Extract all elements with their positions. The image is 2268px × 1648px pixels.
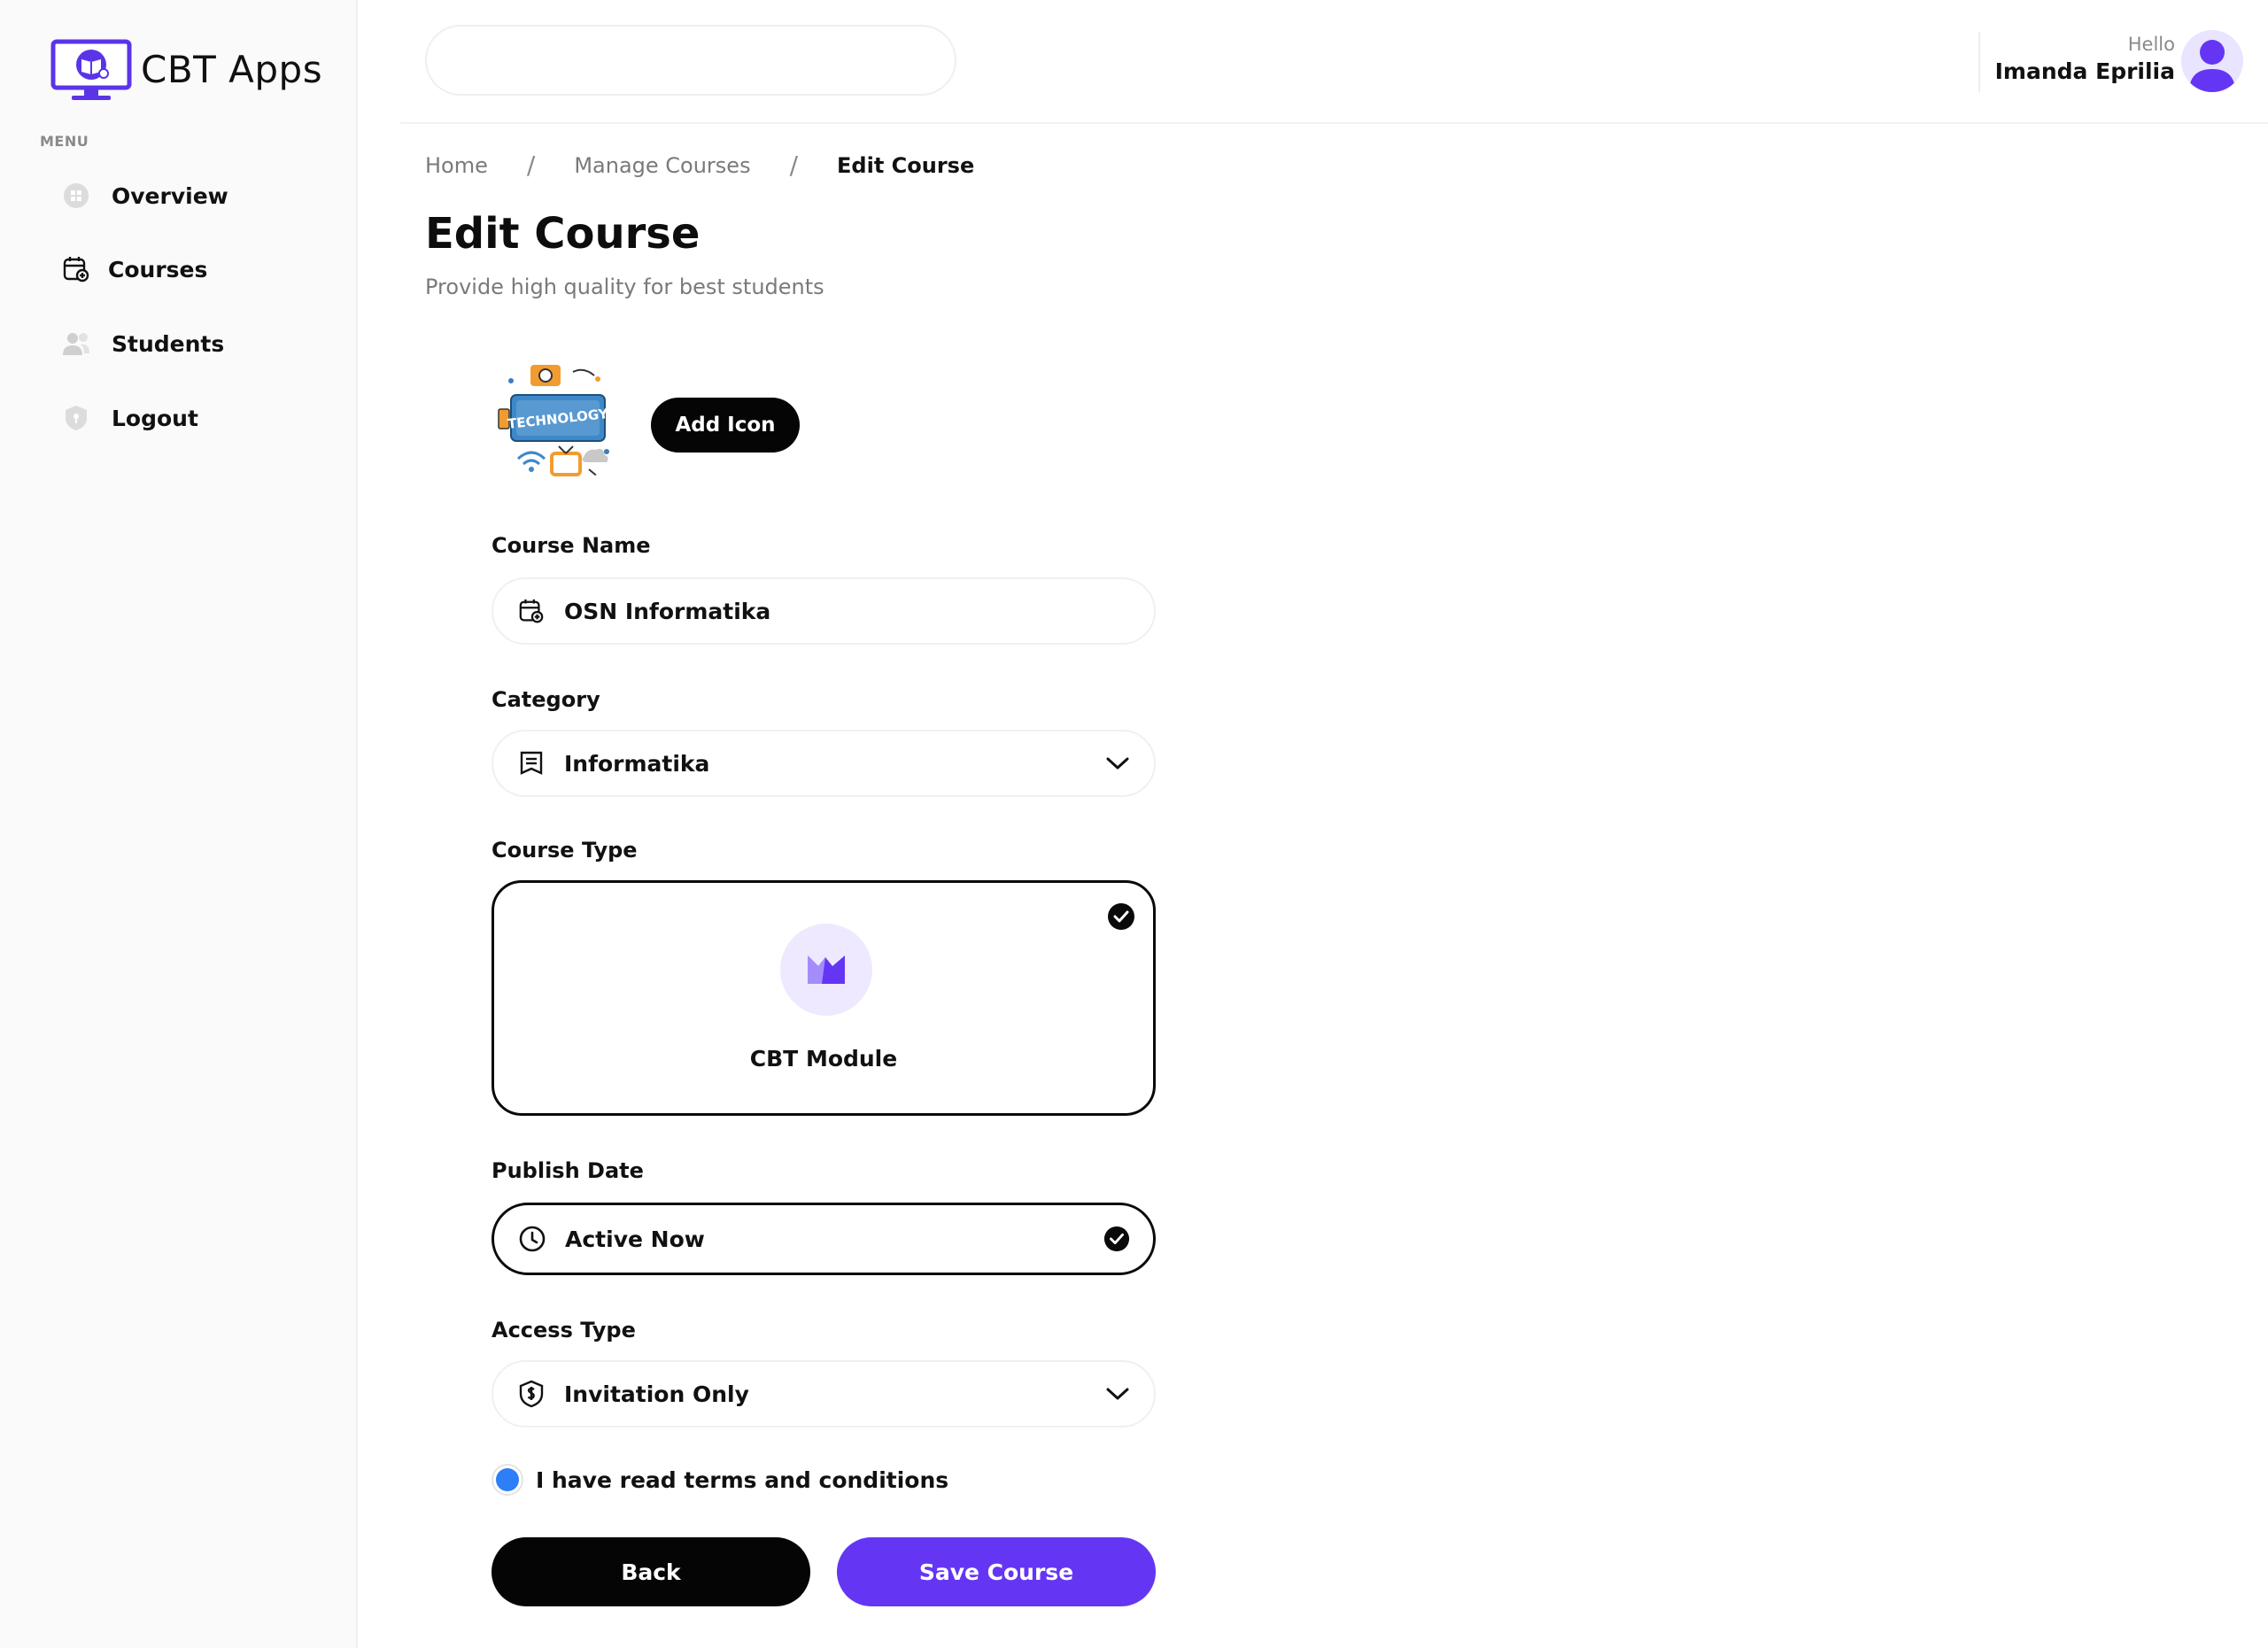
sidebar-item-courses[interactable]: Courses bbox=[60, 248, 207, 290]
students-icon bbox=[60, 328, 92, 360]
course-name-value: OSN Informatika bbox=[564, 598, 771, 624]
sidebar-item-students[interactable]: Students bbox=[60, 322, 224, 365]
chevron-down-icon bbox=[1104, 1381, 1131, 1407]
technology-illustration-icon: TECHNOLOGY bbox=[492, 355, 623, 486]
breadcrumb-home[interactable]: Home bbox=[425, 153, 488, 178]
topbar: Hello Imanda Eprilia bbox=[400, 0, 2268, 124]
breadcrumb-current: Edit Course bbox=[837, 152, 975, 178]
check-circle-icon bbox=[1103, 1226, 1130, 1252]
sidebar-item-overview[interactable]: Overview bbox=[60, 174, 228, 217]
breadcrumb-separator: / bbox=[526, 151, 536, 180]
avatar[interactable] bbox=[2181, 30, 2243, 92]
breadcrumb-manage-courses[interactable]: Manage Courses bbox=[574, 153, 750, 178]
course-type-label: Course Type bbox=[492, 838, 638, 863]
breadcrumb-separator: / bbox=[789, 151, 799, 180]
publish-date-value: Active Now bbox=[565, 1226, 705, 1252]
category-label: Category bbox=[492, 687, 600, 712]
access-type-select[interactable]: Invitation Only bbox=[492, 1360, 1156, 1427]
shield-dollar-icon bbox=[516, 1379, 546, 1409]
note-icon bbox=[516, 748, 546, 778]
back-button[interactable]: Back bbox=[492, 1537, 810, 1606]
menu-label: MENU bbox=[40, 133, 89, 150]
terms-label: I have read terms and conditions bbox=[536, 1466, 949, 1493]
sidebar: CBT Apps MENU Overview Courses Students … bbox=[0, 0, 358, 1648]
clock-icon bbox=[517, 1224, 547, 1254]
add-icon-button[interactable]: Add Icon bbox=[651, 398, 800, 453]
sidebar-item-label: Courses bbox=[108, 256, 208, 282]
chevron-down-icon bbox=[1104, 750, 1131, 777]
course-type-option-cbt-module[interactable]: CBT Module bbox=[492, 880, 1156, 1116]
page-title: Edit Course bbox=[425, 209, 701, 259]
category-value: Informatika bbox=[564, 750, 710, 777]
check-circle-icon bbox=[1107, 902, 1135, 934]
publish-date-field[interactable]: Active Now bbox=[492, 1203, 1156, 1275]
course-name-field[interactable]: OSN Informatika bbox=[492, 577, 1156, 645]
overview-icon bbox=[60, 180, 92, 212]
course-icon-thumbnail: TECHNOLOGY bbox=[492, 354, 624, 487]
greeting-text: Hello bbox=[2127, 34, 2175, 55]
terms-checkbox[interactable]: I have read terms and conditions bbox=[492, 1464, 948, 1496]
publish-date-label: Publish Date bbox=[492, 1158, 644, 1183]
sidebar-item-logout[interactable]: Logout bbox=[60, 397, 198, 439]
logout-icon bbox=[60, 402, 92, 434]
access-type-label: Access Type bbox=[492, 1318, 636, 1342]
search-input[interactable] bbox=[425, 25, 956, 96]
sidebar-item-label: Overview bbox=[112, 182, 228, 209]
sidebar-item-label: Students bbox=[112, 330, 225, 357]
access-type-value: Invitation Only bbox=[564, 1381, 749, 1407]
user-name: Imanda Eprilia bbox=[1994, 58, 2175, 84]
user-avatar-icon bbox=[2189, 40, 2235, 92]
page-subtitle: Provide high quality for best students bbox=[425, 275, 824, 299]
course-type-option-label: CBT Module bbox=[749, 1046, 898, 1072]
category-select[interactable]: Informatika bbox=[492, 730, 1156, 797]
save-course-button[interactable]: Save Course bbox=[837, 1537, 1156, 1606]
module-icon-badge bbox=[780, 924, 872, 1016]
courses-icon bbox=[60, 253, 92, 285]
crown-module-icon bbox=[808, 956, 845, 984]
sidebar-item-label: Logout bbox=[112, 405, 198, 431]
monitor-book-logo-icon bbox=[50, 39, 132, 100]
brand[interactable]: CBT Apps bbox=[50, 39, 322, 103]
terms-radio[interactable] bbox=[492, 1464, 523, 1496]
course-name-label: Course Name bbox=[492, 533, 651, 558]
brand-name: CBT Apps bbox=[141, 47, 323, 91]
radio-checked-dot bbox=[496, 1468, 519, 1491]
breadcrumb: Home / Manage Courses / Edit Course bbox=[425, 151, 974, 180]
topbar-divider bbox=[1978, 32, 1980, 92]
calendar-add-icon bbox=[516, 596, 546, 626]
